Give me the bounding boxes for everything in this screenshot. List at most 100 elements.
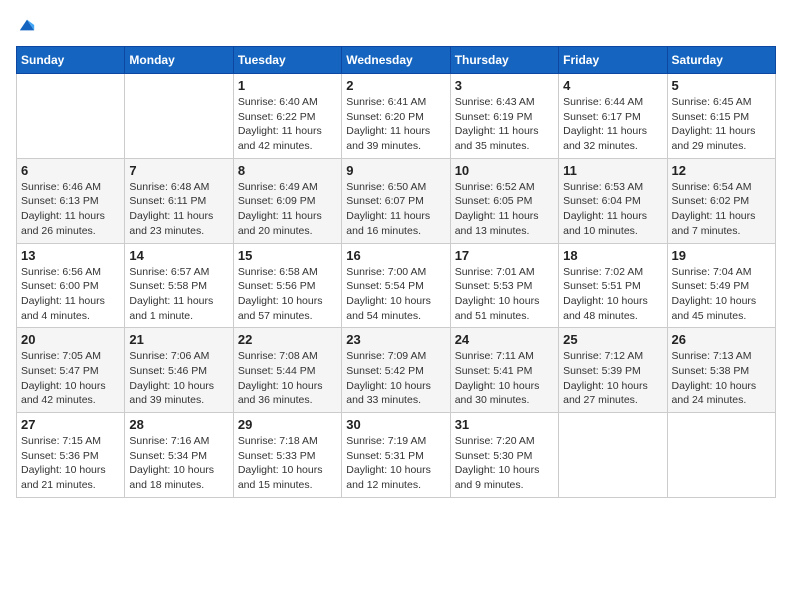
calendar-week-row: 1 Sunrise: 6:40 AM Sunset: 6:22 PM Daylig… [17,74,776,159]
calendar-day-cell: 7 Sunrise: 6:48 AM Sunset: 6:11 PM Daylig… [125,158,233,243]
day-number: 10 [455,163,554,178]
day-info: Sunrise: 7:05 AM Sunset: 5:47 PM Dayligh… [21,349,120,408]
day-info: Sunrise: 6:50 AM Sunset: 6:07 PM Dayligh… [346,180,445,239]
day-number: 14 [129,248,228,263]
day-number: 2 [346,78,445,93]
calendar-day-cell: 18 Sunrise: 7:02 AM Sunset: 5:51 PM Dayli… [559,243,667,328]
day-number: 28 [129,417,228,432]
day-number: 8 [238,163,337,178]
day-info: Sunrise: 6:53 AM Sunset: 6:04 PM Dayligh… [563,180,662,239]
calendar-day-cell: 8 Sunrise: 6:49 AM Sunset: 6:09 PM Daylig… [233,158,341,243]
day-number: 7 [129,163,228,178]
calendar-day-cell: 21 Sunrise: 7:06 AM Sunset: 5:46 PM Dayli… [125,328,233,413]
day-info: Sunrise: 7:06 AM Sunset: 5:46 PM Dayligh… [129,349,228,408]
day-number: 18 [563,248,662,263]
calendar-day-cell: 26Sunrise: 7:13 AM Sunset: 5:38 PM Dayli… [667,328,775,413]
day-number: 1 [238,78,337,93]
day-number: 31 [455,417,554,432]
calendar-day-cell [17,74,125,159]
day-info: Sunrise: 6:54 AM Sunset: 6:02 PM Dayligh… [672,180,771,239]
day-number: 24 [455,332,554,347]
day-number: 11 [563,163,662,178]
day-info: Sunrise: 7:20 AM Sunset: 5:30 PM Dayligh… [455,434,554,493]
day-of-week-header: Monday [125,47,233,74]
calendar-week-row: 27 Sunrise: 7:15 AM Sunset: 5:36 PM Dayli… [17,413,776,498]
calendar-day-cell: 9 Sunrise: 6:50 AM Sunset: 6:07 PM Daylig… [342,158,450,243]
day-number: 21 [129,332,228,347]
calendar-header-row: SundayMondayTuesdayWednesdayThursdayFrid… [17,47,776,74]
day-info: Sunrise: 7:09 AM Sunset: 5:42 PM Dayligh… [346,349,445,408]
day-info: Sunrise: 7:00 AM Sunset: 5:54 PM Dayligh… [346,265,445,324]
calendar-day-cell: 3 Sunrise: 6:43 AM Sunset: 6:19 PM Daylig… [450,74,558,159]
day-info: Sunrise: 7:04 AM Sunset: 5:49 PM Dayligh… [672,265,771,324]
calendar-day-cell: 20Sunrise: 7:05 AM Sunset: 5:47 PM Dayli… [17,328,125,413]
calendar-day-cell: 19 Sunrise: 7:04 AM Sunset: 5:49 PM Dayli… [667,243,775,328]
day-number: 19 [672,248,771,263]
calendar-day-cell: 1 Sunrise: 6:40 AM Sunset: 6:22 PM Daylig… [233,74,341,159]
day-info: Sunrise: 6:46 AM Sunset: 6:13 PM Dayligh… [21,180,120,239]
calendar-day-cell: 22 Sunrise: 7:08 AM Sunset: 5:44 PM Dayli… [233,328,341,413]
day-info: Sunrise: 6:58 AM Sunset: 5:56 PM Dayligh… [238,265,337,324]
day-info: Sunrise: 6:40 AM Sunset: 6:22 PM Dayligh… [238,95,337,154]
day-info: Sunrise: 6:44 AM Sunset: 6:17 PM Dayligh… [563,95,662,154]
calendar-day-cell [559,413,667,498]
day-number: 6 [21,163,120,178]
day-number: 22 [238,332,337,347]
day-number: 9 [346,163,445,178]
day-info: Sunrise: 7:18 AM Sunset: 5:33 PM Dayligh… [238,434,337,493]
calendar-day-cell: 14Sunrise: 6:57 AM Sunset: 5:58 PM Dayli… [125,243,233,328]
calendar-day-cell: 2 Sunrise: 6:41 AM Sunset: 6:20 PM Daylig… [342,74,450,159]
day-of-week-header: Friday [559,47,667,74]
calendar-week-row: 6 Sunrise: 6:46 AM Sunset: 6:13 PM Daylig… [17,158,776,243]
calendar-week-row: 20Sunrise: 7:05 AM Sunset: 5:47 PM Dayli… [17,328,776,413]
calendar-day-cell: 17 Sunrise: 7:01 AM Sunset: 5:53 PM Dayli… [450,243,558,328]
day-info: Sunrise: 7:12 AM Sunset: 5:39 PM Dayligh… [563,349,662,408]
calendar-day-cell: 13Sunrise: 6:56 AM Sunset: 6:00 PM Dayli… [17,243,125,328]
day-info: Sunrise: 7:01 AM Sunset: 5:53 PM Dayligh… [455,265,554,324]
calendar-day-cell: 5Sunrise: 6:45 AM Sunset: 6:15 PM Daylig… [667,74,775,159]
calendar-day-cell: 16 Sunrise: 7:00 AM Sunset: 5:54 PM Dayli… [342,243,450,328]
calendar-day-cell: 11 Sunrise: 6:53 AM Sunset: 6:04 PM Dayli… [559,158,667,243]
calendar-day-cell: 15Sunrise: 6:58 AM Sunset: 5:56 PM Dayli… [233,243,341,328]
day-info: Sunrise: 6:52 AM Sunset: 6:05 PM Dayligh… [455,180,554,239]
day-info: Sunrise: 6:43 AM Sunset: 6:19 PM Dayligh… [455,95,554,154]
calendar-day-cell: 12Sunrise: 6:54 AM Sunset: 6:02 PM Dayli… [667,158,775,243]
day-info: Sunrise: 7:15 AM Sunset: 5:36 PM Dayligh… [21,434,120,493]
day-number: 16 [346,248,445,263]
day-number: 4 [563,78,662,93]
calendar-table: SundayMondayTuesdayWednesdayThursdayFrid… [16,46,776,498]
calendar-day-cell: 30 Sunrise: 7:19 AM Sunset: 5:31 PM Dayli… [342,413,450,498]
day-of-week-header: Sunday [17,47,125,74]
calendar-day-cell: 27 Sunrise: 7:15 AM Sunset: 5:36 PM Dayli… [17,413,125,498]
calendar-day-cell: 24 Sunrise: 7:11 AM Sunset: 5:41 PM Dayli… [450,328,558,413]
day-info: Sunrise: 6:48 AM Sunset: 6:11 PM Dayligh… [129,180,228,239]
calendar-week-row: 13Sunrise: 6:56 AM Sunset: 6:00 PM Dayli… [17,243,776,328]
calendar-day-cell: 31 Sunrise: 7:20 AM Sunset: 5:30 PM Dayli… [450,413,558,498]
day-number: 29 [238,417,337,432]
day-number: 17 [455,248,554,263]
day-info: Sunrise: 6:41 AM Sunset: 6:20 PM Dayligh… [346,95,445,154]
day-info: Sunrise: 6:56 AM Sunset: 6:00 PM Dayligh… [21,265,120,324]
calendar-day-cell: 10 Sunrise: 6:52 AM Sunset: 6:05 PM Dayli… [450,158,558,243]
day-info: Sunrise: 7:13 AM Sunset: 5:38 PM Dayligh… [672,349,771,408]
day-number: 30 [346,417,445,432]
calendar-day-cell: 6 Sunrise: 6:46 AM Sunset: 6:13 PM Daylig… [17,158,125,243]
day-info: Sunrise: 7:02 AM Sunset: 5:51 PM Dayligh… [563,265,662,324]
calendar-body: 1 Sunrise: 6:40 AM Sunset: 6:22 PM Daylig… [17,74,776,498]
day-info: Sunrise: 7:08 AM Sunset: 5:44 PM Dayligh… [238,349,337,408]
day-info: Sunrise: 7:19 AM Sunset: 5:31 PM Dayligh… [346,434,445,493]
calendar-day-cell: 25 Sunrise: 7:12 AM Sunset: 5:39 PM Dayli… [559,328,667,413]
day-of-week-header: Saturday [667,47,775,74]
day-number: 3 [455,78,554,93]
day-of-week-header: Wednesday [342,47,450,74]
calendar-day-cell [667,413,775,498]
calendar-day-cell [125,74,233,159]
day-number: 27 [21,417,120,432]
day-number: 25 [563,332,662,347]
calendar-day-cell: 28Sunrise: 7:16 AM Sunset: 5:34 PM Dayli… [125,413,233,498]
day-info: Sunrise: 6:49 AM Sunset: 6:09 PM Dayligh… [238,180,337,239]
day-number: 5 [672,78,771,93]
calendar-day-cell: 23 Sunrise: 7:09 AM Sunset: 5:42 PM Dayli… [342,328,450,413]
day-info: Sunrise: 7:11 AM Sunset: 5:41 PM Dayligh… [455,349,554,408]
day-number: 23 [346,332,445,347]
